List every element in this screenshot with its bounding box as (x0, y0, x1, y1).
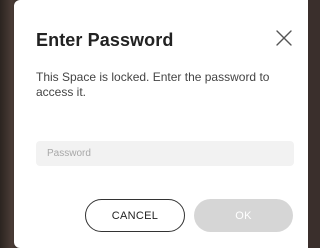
dialog-title: Enter Password (36, 30, 174, 50)
password-dialog: Enter Password This Space is locked. Ent… (14, 0, 308, 248)
ok-button[interactable]: OK (194, 199, 293, 232)
dialog-message: This Space is locked. Enter the password… (36, 70, 270, 99)
close-icon[interactable] (274, 28, 294, 48)
password-input[interactable] (36, 141, 294, 166)
cancel-button[interactable]: CANCEL (85, 199, 185, 232)
